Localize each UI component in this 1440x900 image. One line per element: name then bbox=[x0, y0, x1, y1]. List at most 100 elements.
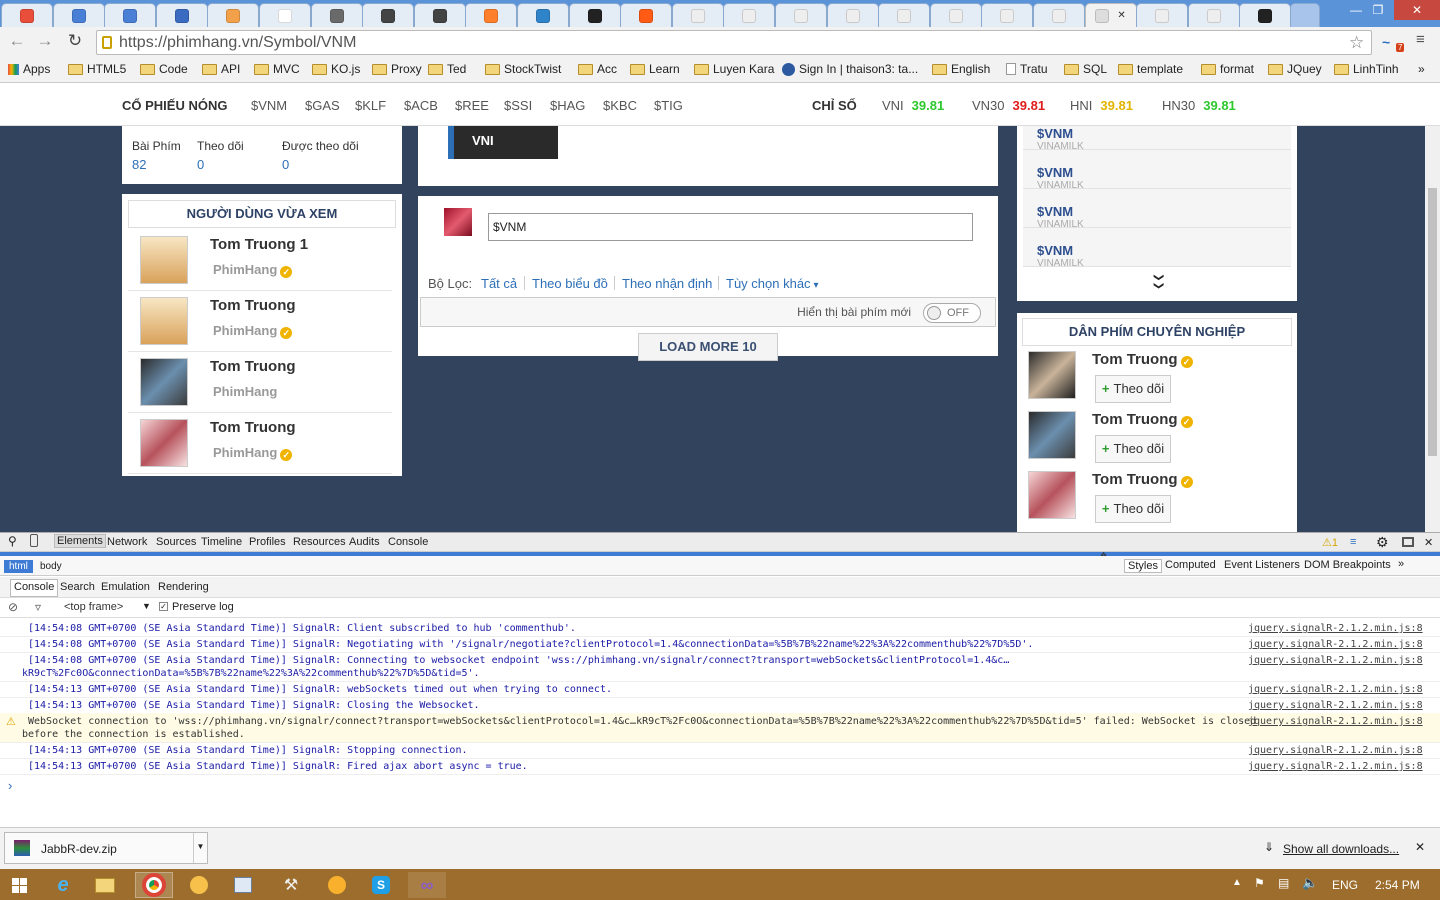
browser-tab[interactable] bbox=[517, 3, 569, 27]
index-tab-vni[interactable]: VNI bbox=[448, 126, 558, 159]
bookmark-item[interactable]: Code bbox=[140, 62, 188, 76]
index-item[interactable]: VN30 39.81 bbox=[972, 98, 1045, 113]
hot-symbol-link[interactable]: $ACB bbox=[404, 98, 438, 113]
volume-icon[interactable]: 🔈 bbox=[1302, 875, 1318, 891]
pro-name[interactable]: Tom Truong ✓ bbox=[1092, 471, 1193, 488]
dock-icon[interactable] bbox=[1402, 537, 1414, 547]
browser-tab[interactable] bbox=[723, 3, 776, 27]
pro-avatar[interactable] bbox=[1028, 471, 1076, 519]
user-name[interactable]: Tom Truong 1 bbox=[210, 236, 308, 253]
back-arrow-icon[interactable]: ← bbox=[6, 31, 28, 51]
user-name[interactable]: Tom Truong bbox=[210, 297, 296, 314]
devtools-tab[interactable]: Network bbox=[107, 536, 147, 548]
filter-link[interactable]: Theo nhận định bbox=[622, 276, 712, 291]
bookmark-item[interactable]: Acc bbox=[578, 62, 617, 76]
pro-avatar[interactable] bbox=[1028, 411, 1076, 459]
clock[interactable]: 2:54 PM bbox=[1375, 878, 1420, 892]
bookmark-item[interactable]: API bbox=[202, 62, 240, 76]
browser-tab[interactable] bbox=[620, 3, 673, 27]
language-indicator[interactable]: ENG bbox=[1332, 878, 1358, 892]
console-prompt-icon[interactable]: › bbox=[8, 778, 12, 793]
hot-symbol-link[interactable]: $VNM bbox=[251, 98, 287, 113]
browser-tab[interactable] bbox=[52, 3, 105, 27]
log-source-link[interactable]: jquery.signalR-2.1.2.min.js:8 bbox=[1248, 761, 1423, 772]
user-name[interactable]: Tom Truong bbox=[210, 419, 296, 436]
browser-tab[interactable] bbox=[259, 3, 311, 27]
bookmark-item[interactable]: Learn bbox=[630, 62, 680, 76]
show-all-downloads-link[interactable]: Show all downloads... bbox=[1283, 842, 1399, 856]
drawer-tab[interactable]: Emulation bbox=[101, 581, 150, 593]
windows-start-icon[interactable] bbox=[0, 872, 38, 898]
avatar[interactable] bbox=[140, 358, 188, 406]
page-scrollbar[interactable] bbox=[1425, 126, 1440, 532]
drawer-tab[interactable]: Rendering bbox=[158, 581, 209, 593]
stat-value[interactable]: 82 bbox=[132, 157, 146, 172]
bookmark-item[interactable]: JQuey bbox=[1268, 62, 1322, 76]
page-info-icon[interactable] bbox=[102, 36, 112, 49]
network-icon[interactable]: ▤ bbox=[1278, 876, 1289, 890]
filter-link[interactable]: Tất cả bbox=[481, 276, 517, 291]
browser-tab[interactable]: ✕ bbox=[1084, 3, 1137, 27]
browser-tab[interactable] bbox=[413, 3, 466, 27]
index-item[interactable]: VNI 39.81 bbox=[882, 98, 944, 113]
recent-user-row[interactable]: Tom Truong PhimHang ✓ bbox=[128, 291, 392, 352]
browser-tab[interactable] bbox=[1, 3, 53, 27]
stat-value[interactable]: 0 bbox=[197, 157, 204, 172]
symbol-row[interactable]: $VNM VINAMILK bbox=[1023, 126, 1291, 152]
pro-name[interactable]: Tom Truong ✓ bbox=[1092, 411, 1193, 428]
tab-close-icon[interactable]: ✕ bbox=[1117, 10, 1125, 21]
skype-icon[interactable]: S bbox=[362, 872, 400, 898]
expand-down-icon[interactable]: ❯❯ bbox=[1153, 273, 1164, 290]
follow-button[interactable]: + Theo dõi bbox=[1095, 375, 1171, 403]
bookmark-item[interactable]: template bbox=[1118, 62, 1183, 76]
forward-arrow-icon[interactable]: → bbox=[34, 31, 56, 51]
bookmark-item[interactable]: Proxy bbox=[372, 62, 422, 76]
browser-tab[interactable] bbox=[104, 3, 157, 27]
styles-tab[interactable]: Event Listeners bbox=[1224, 559, 1300, 571]
crumb-body[interactable]: body bbox=[40, 561, 62, 572]
log-source-link[interactable]: jquery.signalR-2.1.2.min.js:8 bbox=[1248, 716, 1423, 727]
browser-tab[interactable] bbox=[981, 3, 1034, 27]
log-source-link[interactable]: jquery.signalR-2.1.2.min.js:8 bbox=[1248, 639, 1423, 650]
browser-tab[interactable] bbox=[465, 3, 518, 27]
bookmark-item[interactable]: KO.js bbox=[312, 62, 360, 76]
avatar[interactable] bbox=[140, 236, 188, 284]
visual-studio-icon[interactable]: ∞ bbox=[408, 872, 446, 898]
warning-icon[interactable]: ⚠1 bbox=[1322, 536, 1338, 549]
address-bar[interactable]: https://phimhang.vn/Symbol/VNM ☆ bbox=[96, 30, 1372, 55]
device-mode-icon[interactable] bbox=[30, 534, 38, 547]
recent-user-row[interactable]: Tom Truong PhimHang bbox=[128, 352, 392, 413]
bookmark-item[interactable]: Sign In | thaison3: ta... bbox=[782, 62, 918, 76]
devtools-tab[interactable]: Sources bbox=[156, 536, 196, 548]
flag-icon[interactable]: ⚑ bbox=[1254, 876, 1265, 890]
browser-tab[interactable] bbox=[207, 3, 260, 27]
hot-symbol-link[interactable]: $SSI bbox=[504, 98, 532, 113]
tools-icon[interactable]: ⚒ bbox=[272, 872, 310, 898]
devtools-tab[interactable]: Profiles bbox=[249, 536, 286, 548]
close-devtools-icon[interactable]: ✕ bbox=[1424, 536, 1433, 549]
styles-tab[interactable]: Styles bbox=[1124, 559, 1162, 573]
devtools-tab[interactable]: Resources bbox=[293, 536, 346, 548]
restore-button[interactable]: ❐ bbox=[1364, 0, 1392, 20]
download-item[interactable]: JabbR-dev.zip ▼ bbox=[4, 832, 208, 864]
avatar[interactable] bbox=[140, 297, 188, 345]
file-explorer-icon[interactable] bbox=[86, 872, 124, 898]
reload-icon[interactable]: ↻ bbox=[64, 31, 86, 51]
scrollbar-thumb[interactable] bbox=[1428, 188, 1437, 456]
styles-more-icon[interactable]: » bbox=[1398, 558, 1404, 570]
network-tool-icon[interactable] bbox=[224, 872, 262, 898]
new-posts-toggle[interactable]: OFF bbox=[923, 303, 981, 323]
browser-tab[interactable] bbox=[775, 3, 827, 27]
star-icon[interactable]: ☆ bbox=[1349, 31, 1364, 54]
browser-tab[interactable] bbox=[1033, 3, 1085, 27]
recent-user-row[interactable]: Tom Truong 1 PhimHang ✓ bbox=[128, 230, 392, 291]
browser-tab[interactable] bbox=[310, 3, 363, 27]
browser-tab[interactable] bbox=[929, 3, 982, 27]
browser-tab[interactable] bbox=[826, 3, 879, 27]
pro-avatar[interactable] bbox=[1028, 351, 1076, 399]
symbol-row[interactable]: $VNM VINAMILK bbox=[1023, 150, 1291, 191]
log-source-link[interactable]: jquery.signalR-2.1.2.min.js:8 bbox=[1248, 655, 1423, 666]
bookmark-item[interactable]: format bbox=[1201, 62, 1254, 76]
bookmark-item[interactable]: SQL bbox=[1064, 62, 1107, 76]
bookmark-item[interactable]: StockTwist bbox=[485, 62, 561, 76]
